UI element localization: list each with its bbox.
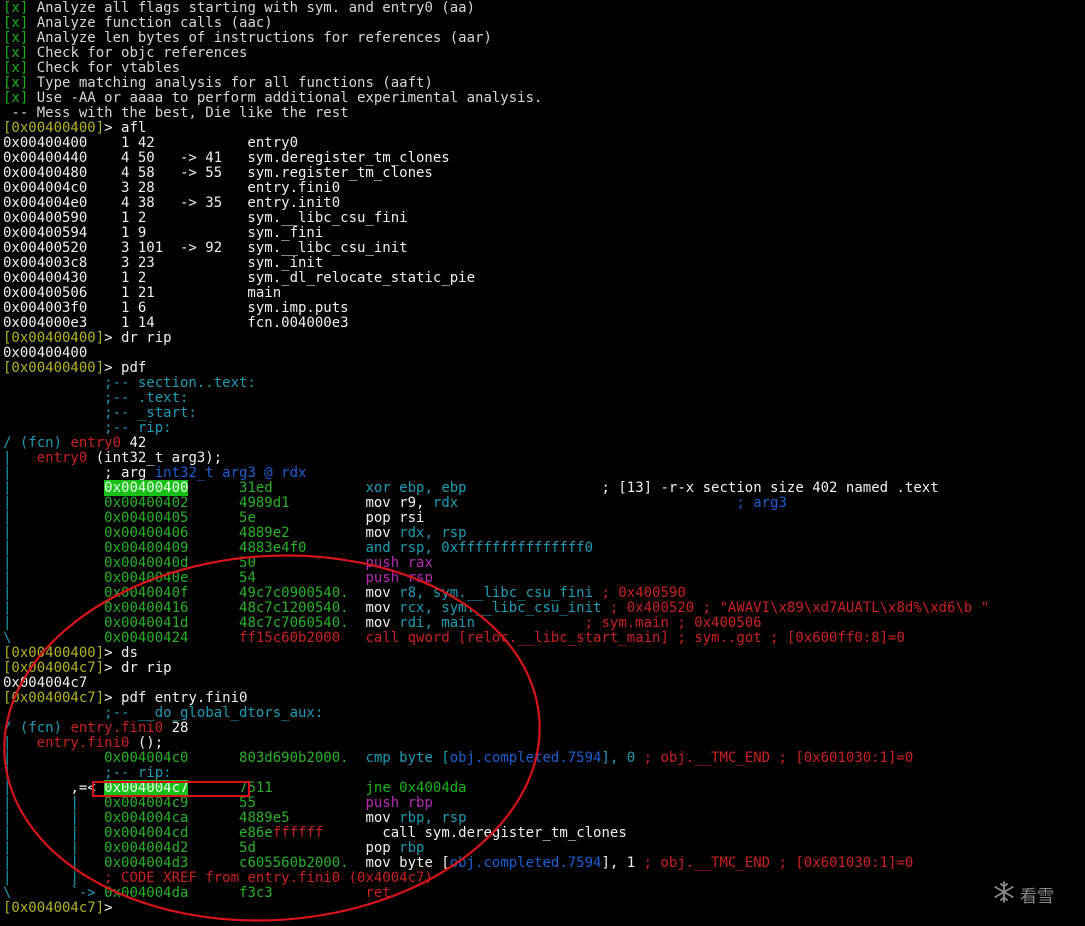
watermark-text: 看雪 [1020, 886, 1054, 907]
watermark: 看雪 [992, 880, 1054, 908]
annotation-highlight-box [92, 781, 250, 797]
snowflake-icon [992, 880, 1016, 909]
